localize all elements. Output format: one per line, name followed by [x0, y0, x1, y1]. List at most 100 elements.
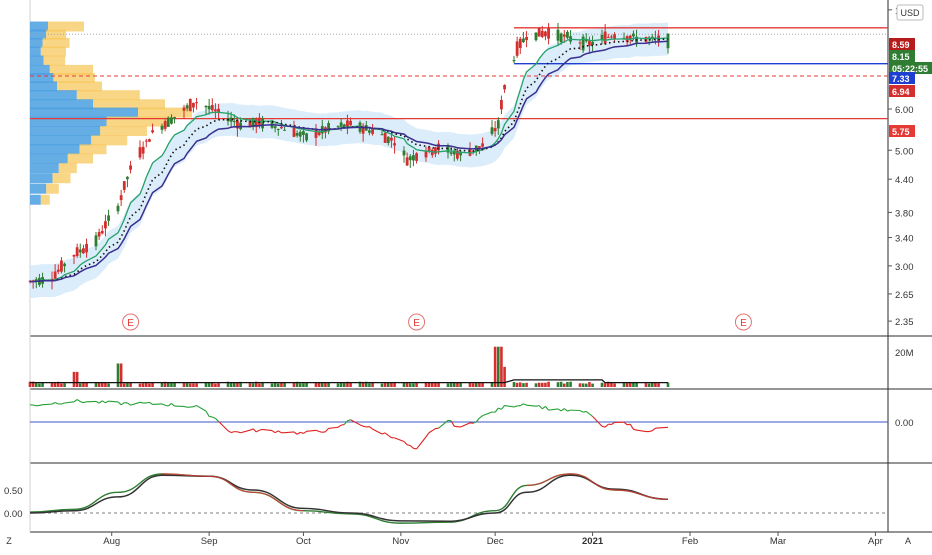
candle-body: [415, 153, 418, 161]
volume-bar: [63, 383, 66, 387]
oscillator-segment: [77, 400, 80, 402]
oscillator-segment: [586, 411, 589, 413]
oscillator-segment: [549, 409, 558, 410]
volume-bar: [35, 383, 38, 387]
oscillator-segment: [237, 432, 240, 433]
volume-bar: [249, 383, 252, 387]
oscillator-segment: [184, 406, 187, 407]
volume-profile-up-bar: [30, 144, 80, 154]
oscillator-segment: [259, 429, 262, 430]
candle-body: [349, 121, 352, 125]
volume-bar: [274, 383, 277, 387]
volume-profile-down-bar: [41, 47, 66, 57]
candle-body: [447, 146, 450, 152]
volume-profile-up-bar: [30, 195, 41, 205]
candle-body: [148, 139, 151, 142]
stochastic-falling-segment: [162, 474, 303, 511]
volume-bar: [648, 384, 651, 387]
candle-body: [632, 34, 635, 37]
volume-profile-down-bar: [80, 144, 107, 154]
volume-bar: [412, 383, 415, 387]
candle-body: [139, 147, 142, 157]
timezone-button[interactable]: Z: [6, 536, 12, 546]
volume-profile-down-bar: [43, 38, 70, 48]
price-axis-label: 2.35: [895, 317, 914, 328]
volume-bar: [613, 383, 616, 387]
oscillator-segment: [212, 417, 215, 418]
volume-bar: [189, 383, 192, 387]
candle-body: [79, 250, 82, 253]
volume-bar: [513, 382, 516, 387]
volume-profile-up-bar: [30, 47, 41, 57]
candle-body: [503, 85, 506, 89]
oscillator-segment: [369, 427, 372, 429]
price-tag-label: 7.33: [892, 74, 910, 84]
price-axis-label: 3.00: [895, 262, 914, 273]
oscillator-segment: [278, 431, 281, 433]
oscillator-segment: [272, 431, 275, 433]
volume-bar: [337, 383, 340, 387]
candle-body: [283, 130, 286, 131]
oscillator-segment: [329, 427, 338, 428]
oscillator-segment: [542, 406, 545, 408]
candle-body: [192, 103, 195, 108]
oscillator-segment: [605, 424, 608, 427]
oscillator-segment: [165, 405, 168, 406]
volume-profile-up-bar: [30, 153, 68, 163]
candle-body: [337, 126, 340, 127]
oscillator-segment: [583, 411, 586, 412]
stochastic-line: [30, 474, 668, 523]
candle-body: [560, 33, 563, 42]
candle-body: [85, 244, 88, 252]
candle-body: [277, 129, 280, 130]
candle-body: [299, 132, 302, 137]
time-axis-label: Mar: [770, 536, 786, 547]
volume-bar: [604, 383, 607, 387]
volume-bar: [161, 383, 164, 387]
trading-chart[interactable]: EEE 2.352.653.003.403.804.405.006.001USD…: [0, 0, 932, 550]
volume-profile-up-bar: [30, 163, 59, 173]
time-axis-label: Sep: [201, 536, 218, 547]
oscillator-segment: [476, 418, 479, 422]
volume-bar: [73, 372, 76, 387]
oscillator-segment: [659, 427, 668, 428]
candle-body: [478, 146, 481, 148]
auto-scale-button[interactable]: A: [905, 536, 911, 546]
volume-bar: [299, 383, 302, 387]
oscillator-segment: [479, 416, 482, 418]
candle-body: [384, 133, 387, 143]
candle-body: [541, 31, 544, 37]
oscillator-segment: [363, 426, 366, 427]
price-tag-label: 8.15: [892, 52, 910, 62]
price-axis-label: 3.80: [895, 208, 914, 219]
volume-bar: [635, 383, 638, 387]
price-axis-label: 4.40: [895, 175, 914, 186]
candle-body: [450, 152, 453, 154]
oscillator-segment: [65, 402, 74, 403]
oscillator-segment: [197, 406, 206, 412]
volume-profile-up-bar: [30, 184, 46, 194]
candle-body: [82, 248, 85, 253]
oscillator-segment: [39, 405, 42, 406]
volume-bar: [582, 383, 585, 387]
volume-bar: [217, 383, 220, 387]
volume-profile-down-bar: [44, 56, 66, 66]
oscillator-segment: [109, 401, 118, 402]
oscillator-segment: [567, 410, 570, 411]
oscillator-segment: [118, 402, 121, 405]
candle-body: [205, 106, 208, 107]
oscillator-segment: [633, 429, 636, 430]
volume-bar: [123, 383, 126, 387]
volume-bar: [516, 383, 519, 387]
candle-body: [296, 133, 299, 136]
candle-body: [107, 215, 110, 220]
oscillator-segment: [561, 409, 564, 411]
volume-bar: [170, 383, 173, 387]
oscillator-segment: [149, 402, 152, 404]
oscillator-segment: [325, 428, 328, 431]
volume-profile-up-bar: [30, 126, 100, 136]
candle-body: [525, 37, 528, 40]
volume-bar: [557, 382, 560, 387]
candle-body: [368, 130, 371, 132]
candle-body: [604, 32, 607, 44]
